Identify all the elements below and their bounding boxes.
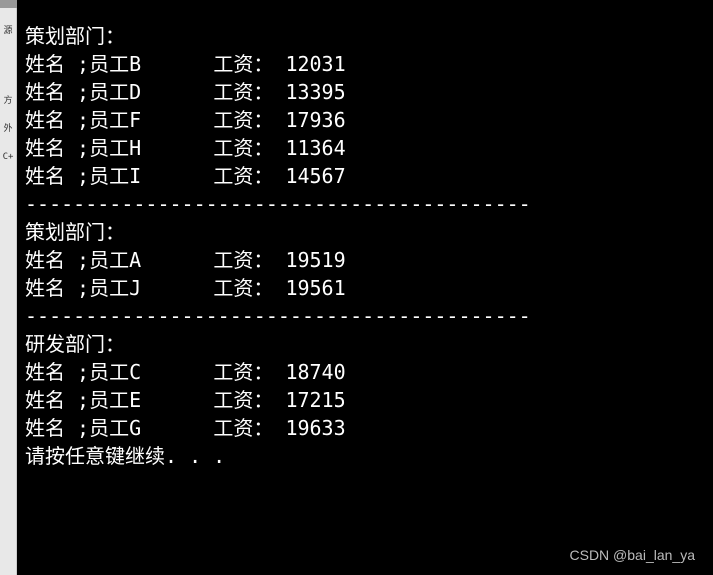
employee-row: 姓名 ;员工D 工资： 13395 (25, 78, 705, 106)
employee-row: 姓名 ;员工J 工资： 19561 (25, 274, 705, 302)
employee-name: 员工J (89, 276, 141, 300)
employee-name: 员工B (89, 52, 141, 76)
salary-label: 工资： (213, 388, 273, 412)
sidebar-top (0, 0, 17, 8)
name-label: 姓名 ; (25, 388, 89, 412)
employee-row: 姓名 ;员工C 工资： 18740 (25, 358, 705, 386)
salary-label: 工资： (213, 80, 273, 104)
employee-row: 姓名 ;员工B 工资： 12031 (25, 50, 705, 78)
employee-salary: 11364 (285, 136, 345, 160)
separator: ----------------------------------------… (25, 190, 705, 218)
employee-row: 姓名 ;员工I 工资： 14567 (25, 162, 705, 190)
employee-name: 员工F (89, 108, 141, 132)
salary-label: 工资： (213, 136, 273, 160)
employee-name: 员工A (89, 248, 141, 272)
employee-salary: 19561 (285, 276, 345, 300)
employee-row: 姓名 ;员工E 工资： 17215 (25, 386, 705, 414)
employee-salary: 13395 (285, 80, 345, 104)
employee-salary: 17215 (285, 388, 345, 412)
department-header: 策划部门： (25, 22, 705, 50)
separator: ----------------------------------------… (25, 302, 705, 330)
employee-salary: 12031 (285, 52, 345, 76)
employee-name: 员工I (89, 164, 141, 188)
employee-row: 姓名 ;员工F 工资： 17936 (25, 106, 705, 134)
continue-prompt: 请按任意键继续. . . (25, 442, 705, 470)
employee-name: 员工G (89, 416, 141, 440)
sidebar-fragment: C+ (1, 150, 15, 164)
employee-salary: 14567 (285, 164, 345, 188)
salary-label: 工资： (213, 52, 273, 76)
department-header: 研发部门： (25, 330, 705, 358)
employee-row: 姓名 ;员工A 工资： 19519 (25, 246, 705, 274)
department-header: 策划部门： (25, 218, 705, 246)
employee-name: 员工E (89, 388, 141, 412)
salary-label: 工资： (213, 248, 273, 272)
employee-name: 员工C (89, 360, 141, 384)
salary-label: 工资： (213, 416, 273, 440)
name-label: 姓名 ; (25, 108, 89, 132)
name-label: 姓名 ; (25, 164, 89, 188)
name-label: 姓名 ; (25, 360, 89, 384)
sidebar-fragment: 源 (1, 24, 15, 38)
name-label: 姓名 ; (25, 80, 89, 104)
sidebar-fragment: 方 (1, 94, 15, 108)
employee-salary: 19633 (285, 416, 345, 440)
name-label: 姓名 ; (25, 52, 89, 76)
sidebar-fragment: 外 (1, 122, 15, 136)
terminal-output: 策划部门： 姓名 ;员工B 工资： 12031 姓名 ;员工D 工资： 1339… (17, 0, 713, 575)
employee-salary: 18740 (285, 360, 345, 384)
name-label: 姓名 ; (25, 248, 89, 272)
employee-salary: 19519 (285, 248, 345, 272)
employee-row: 姓名 ;员工H 工资： 11364 (25, 134, 705, 162)
ide-sidebar: 源 方 外 C+ (0, 0, 17, 575)
employee-name: 员工D (89, 80, 141, 104)
employee-row: 姓名 ;员工G 工资： 19633 (25, 414, 705, 442)
salary-label: 工资： (213, 108, 273, 132)
name-label: 姓名 ; (25, 136, 89, 160)
employee-name: 员工H (89, 136, 141, 160)
salary-label: 工资： (213, 360, 273, 384)
salary-label: 工资： (213, 164, 273, 188)
watermark: CSDN @bai_lan_ya (570, 547, 696, 563)
employee-salary: 17936 (285, 108, 345, 132)
name-label: 姓名 ; (25, 276, 89, 300)
salary-label: 工资： (213, 276, 273, 300)
name-label: 姓名 ; (25, 416, 89, 440)
